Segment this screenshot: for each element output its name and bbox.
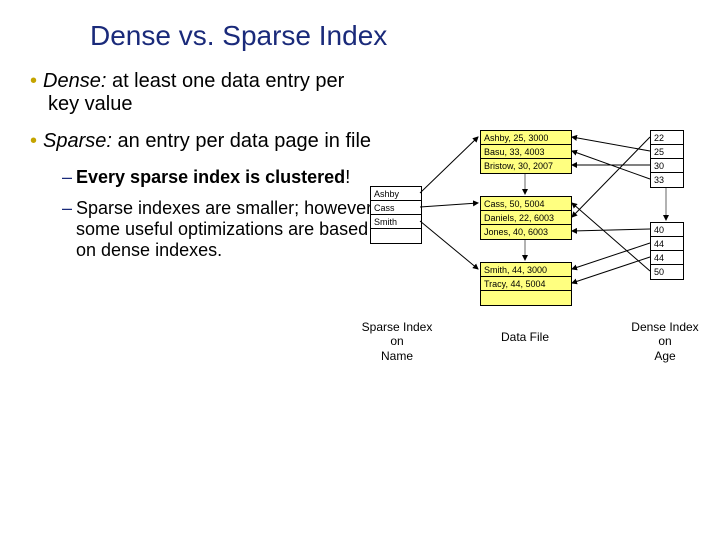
sparse-row: Smith (371, 215, 421, 229)
sparse-row: Cass (371, 201, 421, 215)
data-row (481, 291, 571, 305)
data-row: Tracy, 44, 5004 (481, 277, 571, 291)
data-page-3: Smith, 44, 3000 Tracy, 44, 5004 (480, 262, 572, 306)
label-data: Data File (490, 330, 560, 344)
page-title: Dense vs. Sparse Index (90, 20, 690, 52)
dense-row: 44 (651, 251, 683, 265)
dense-index-page-1: 22 25 30 33 (650, 130, 684, 188)
sub-bullet-smaller: –Sparse indexes are smaller; however, so… (62, 198, 380, 261)
bullet-sparse: •Sparse: an entry per data page in file (30, 130, 380, 153)
data-row: Ashby, 25, 3000 (481, 131, 571, 145)
sparse-row: Ashby (371, 187, 421, 201)
data-row: Daniels, 22, 6003 (481, 211, 571, 225)
label-sparse: Sparse Index on Name (352, 320, 442, 363)
data-row: Bristow, 30, 2007 (481, 159, 571, 173)
data-row: Smith, 44, 3000 (481, 263, 571, 277)
dense-row: 25 (651, 145, 683, 159)
dense-row: 30 (651, 159, 683, 173)
dense-row: 44 (651, 237, 683, 251)
dense-index-page-2: 40 44 44 50 (650, 222, 684, 280)
diagram: Ashby Cass Smith Ashby, 25, 3000 Basu, 3… (370, 130, 700, 490)
data-row: Cass, 50, 5004 (481, 197, 571, 211)
data-row: Jones, 40, 6003 (481, 225, 571, 239)
data-row: Basu, 33, 4003 (481, 145, 571, 159)
sub-bullet-clustered: –Every sparse index is clustered! (62, 167, 380, 188)
sparse-index-box: Ashby Cass Smith (370, 186, 422, 244)
label-dense: Dense IndexonAge (625, 320, 705, 363)
bullet-list: •Dense: at least one data entry per key … (30, 70, 380, 261)
data-page-1: Ashby, 25, 3000 Basu, 33, 4003 Bristow, … (480, 130, 572, 174)
data-page-2: Cass, 50, 5004 Daniels, 22, 6003 Jones, … (480, 196, 572, 240)
dense-row: 50 (651, 265, 683, 279)
dense-row: 22 (651, 131, 683, 145)
bullet-dense: •Dense: at least one data entry per key … (30, 70, 380, 116)
sparse-row (371, 229, 421, 243)
dense-row: 40 (651, 223, 683, 237)
dense-row: 33 (651, 173, 683, 187)
